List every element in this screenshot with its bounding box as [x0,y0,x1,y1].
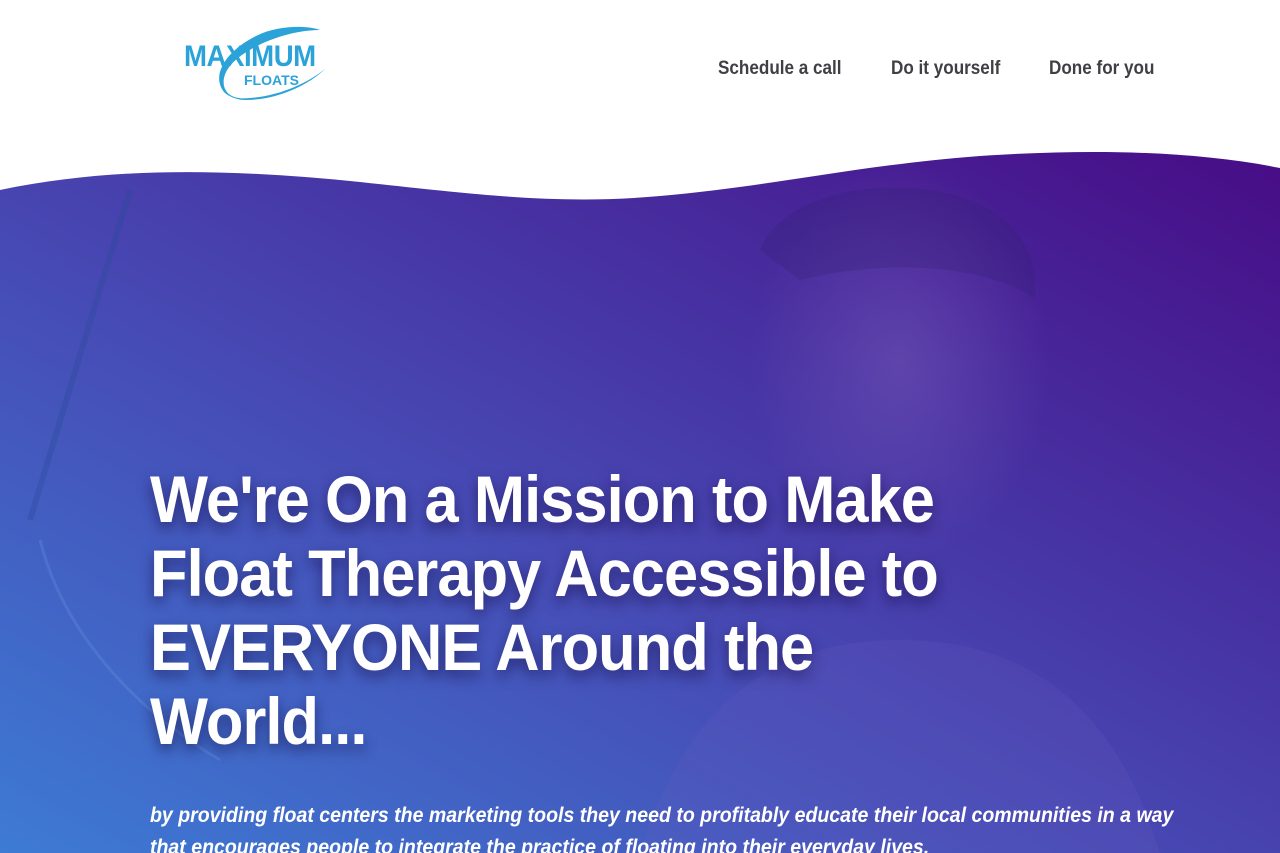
site-header: MAXIMUM FLOATS Schedule a call Do it you… [0,0,1280,150]
hero-subtitle: by providing float centers the marketing… [150,804,1174,853]
nav-schedule-a-call[interactable]: Schedule a call [718,58,842,80]
hero-content: We're On a Mission to Make Float Therapy… [150,462,1230,853]
hero-title: We're On a Mission to Make Float Therapy… [150,462,939,758]
logo-word-floats: FLOATS [244,72,299,88]
landing-page: We're On a Mission to Make Float Therapy… [0,0,1280,853]
nav-done-for-you[interactable]: Done for you [1049,58,1154,80]
main-nav: Schedule a call Do it yourself Done for … [718,58,1166,80]
nav-do-it-yourself[interactable]: Do it yourself [891,58,1000,80]
logo-word-maximum: MAXIMUM [184,40,316,73]
maximum-floats-logo[interactable]: MAXIMUM FLOATS [180,24,330,104]
